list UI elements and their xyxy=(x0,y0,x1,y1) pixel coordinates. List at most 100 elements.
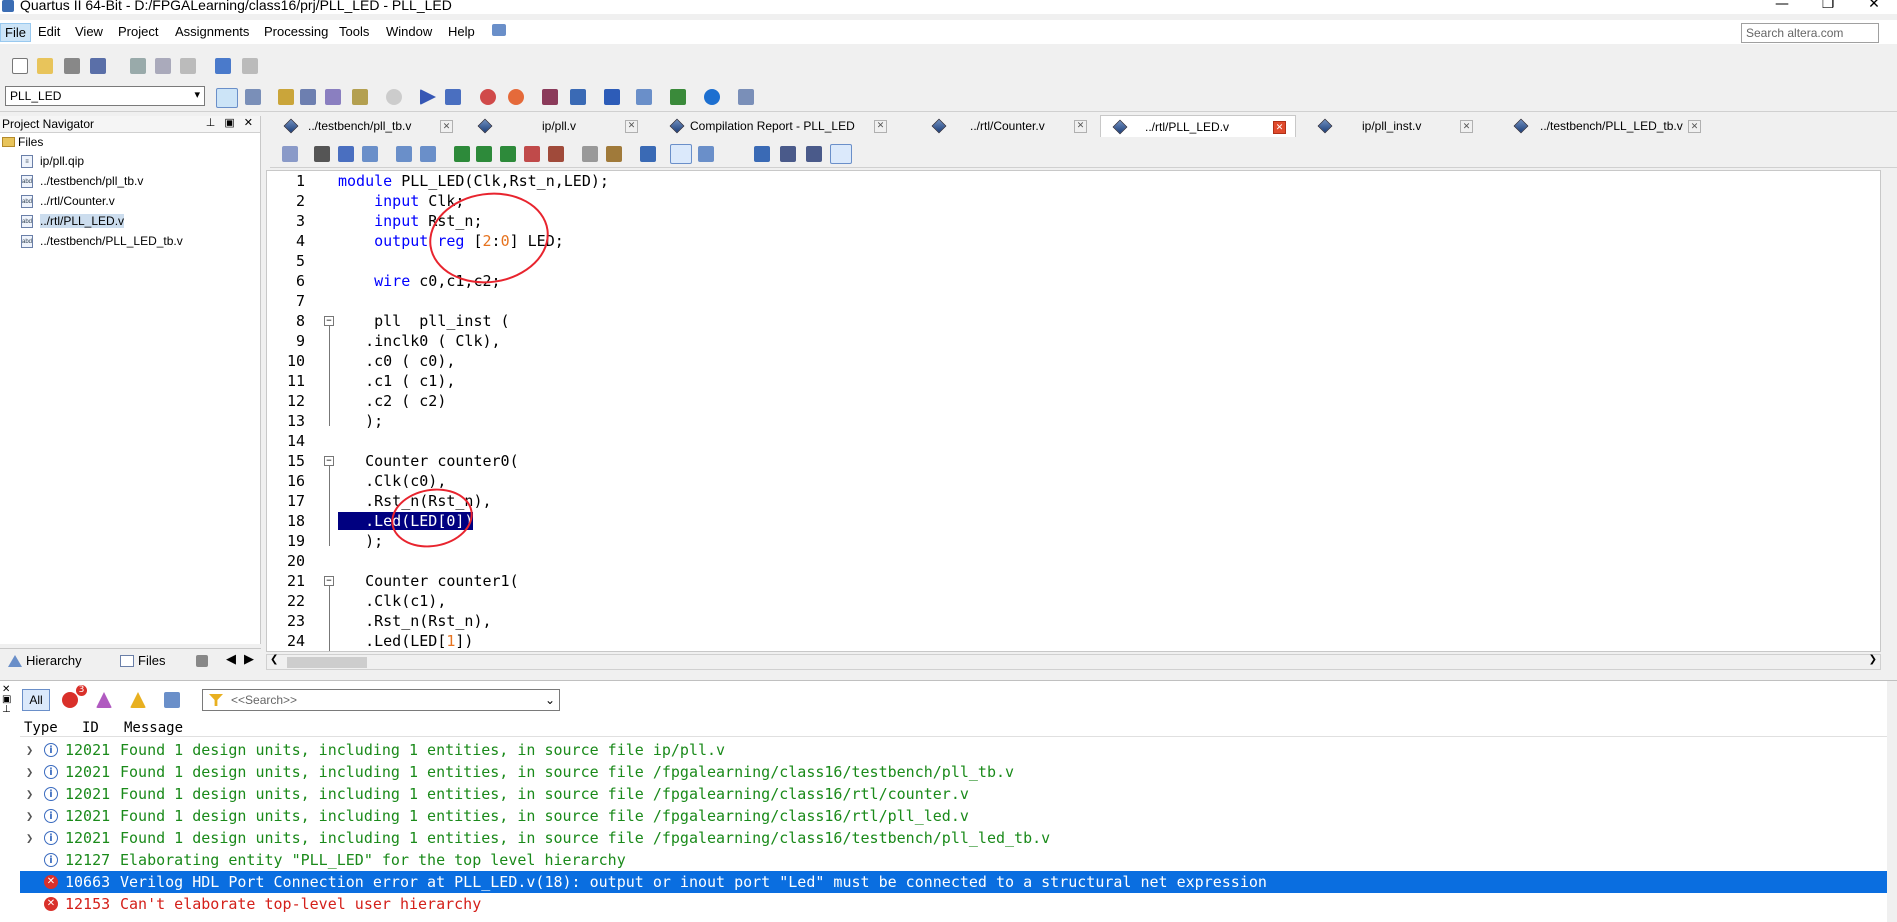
analysis-synthesis-icon[interactable] xyxy=(445,89,461,105)
timing-analyzer-icon[interactable] xyxy=(480,89,496,105)
file-item-counter[interactable]: abd ../rtl/Counter.v xyxy=(0,191,260,211)
close-tab-icon[interactable]: ✕ xyxy=(1688,120,1701,133)
tab-pll-inst[interactable]: ip/pll_inst.v ✕ xyxy=(1310,115,1500,137)
programmer-icon[interactable] xyxy=(670,89,686,105)
compilation-report-icon[interactable] xyxy=(604,89,620,105)
rtl-viewer-icon[interactable] xyxy=(542,89,558,105)
menu-processing[interactable]: Processing xyxy=(260,23,332,40)
menu-project[interactable]: Project xyxy=(114,23,162,40)
netlist-icon[interactable] xyxy=(570,89,586,105)
message-row[interactable]: ❯ i 12021 Found 1 design units, including 1… xyxy=(20,805,1890,827)
tab-hierarchy[interactable]: Hierarchy xyxy=(6,653,82,668)
menu-file[interactable]: File xyxy=(0,23,31,42)
assignment-editor-icon[interactable] xyxy=(300,89,316,105)
show-whitespace-icon[interactable] xyxy=(754,146,770,162)
tab-pll-led[interactable]: ../rtl/PLL_LED.v ✕ xyxy=(1100,115,1296,137)
fold-toggle-icon[interactable]: − xyxy=(324,316,334,326)
tab-scroll-right-icon[interactable]: ▶ xyxy=(244,652,254,667)
find-icon[interactable] xyxy=(314,146,330,162)
expand-chevron-icon[interactable]: ❯ xyxy=(26,805,33,827)
collapse-all-icon[interactable] xyxy=(780,146,796,162)
message-search-input[interactable]: <<Search>> ⌄ xyxy=(202,689,560,711)
expand-all-icon[interactable] xyxy=(806,146,822,162)
close-tab-counter-icon[interactable]: ✕ xyxy=(1074,120,1087,133)
prev-bookmark-icon[interactable] xyxy=(500,146,516,162)
insert-template-icon[interactable] xyxy=(606,146,622,162)
close-button[interactable]: ✕ xyxy=(1851,0,1897,12)
tab-scroll-left-icon[interactable]: ◀ xyxy=(226,652,236,667)
suppress-filter-icon[interactable] xyxy=(164,692,180,708)
message-row[interactable]: ❯ i 12021 Found 1 design units, including 1… xyxy=(20,827,1890,849)
col-message[interactable]: Message xyxy=(124,719,183,737)
save-icon[interactable] xyxy=(64,58,80,74)
col-id[interactable]: ID xyxy=(82,719,99,737)
navigator-window-buttons[interactable]: ⊥ ▣ ✕ xyxy=(206,116,256,129)
error-filter-icon[interactable] xyxy=(62,692,78,708)
new-file-icon[interactable] xyxy=(12,58,28,74)
maximize-button[interactable]: ❐ xyxy=(1805,0,1851,12)
file-item-pll-led[interactable]: abd ../rtl/PLL_LED.v xyxy=(0,211,260,231)
expand-chevron-icon[interactable]: ❯ xyxy=(26,761,33,783)
message-row-selected[interactable]: ✕ 10663 Verilog HDL Port Connection error … xyxy=(20,871,1890,893)
next-bookmark-icon[interactable] xyxy=(476,146,492,162)
messages-dock-buttons-icon[interactable]: ✕ ▣ ⊥ xyxy=(2,685,11,715)
expand-chevron-icon[interactable]: ❯ xyxy=(26,827,33,849)
find-replace-icon[interactable] xyxy=(338,146,354,162)
hierarchy-chip-icon[interactable] xyxy=(216,88,238,108)
paste-icon[interactable] xyxy=(180,58,196,74)
editor-horizontal-scrollbar[interactable]: ❮ ❯ xyxy=(266,654,1881,670)
unindent-icon[interactable] xyxy=(420,146,436,162)
clear-bookmarks-icon[interactable] xyxy=(524,146,540,162)
message-row[interactable]: ❯ i 12021 Found 1 design units, including 1… xyxy=(20,739,1890,761)
close-tab-report-icon[interactable]: ✕ xyxy=(874,120,887,133)
menu-edit[interactable]: Edit xyxy=(34,23,64,40)
file-item-pll-qip[interactable]: ≡ ip/pll.qip xyxy=(0,151,260,171)
help-chat-icon[interactable] xyxy=(492,24,506,36)
line-numbers-icon[interactable] xyxy=(670,144,692,164)
start-compilation-icon[interactable] xyxy=(420,89,436,105)
expand-chevron-icon[interactable]: ❯ xyxy=(26,739,33,761)
design-units-icon[interactable] xyxy=(196,655,208,667)
close-tab-icon[interactable]: ✕ xyxy=(440,120,453,133)
save-all-icon[interactable] xyxy=(90,58,106,74)
undo-icon[interactable] xyxy=(215,58,231,74)
file-item-pll-tb[interactable]: abd ../testbench/pll_tb.v xyxy=(0,171,260,191)
wand-icon[interactable] xyxy=(278,89,294,105)
bookmark-icon[interactable] xyxy=(454,146,470,162)
toggle-comment-icon[interactable] xyxy=(640,146,656,162)
code-editor[interactable]: 1 module PLL_LED(Clk,Rst_n,LED); 2 input … xyxy=(266,170,1881,652)
analysis-icon[interactable] xyxy=(352,89,368,105)
attach-icon[interactable] xyxy=(582,146,598,162)
files-folder[interactable]: Files xyxy=(0,133,260,151)
message-row[interactable]: ❯ i 12021 Found 1 design units, including 1… xyxy=(20,783,1890,805)
chip-planner-icon[interactable] xyxy=(636,89,652,105)
indent-icon[interactable] xyxy=(396,146,412,162)
open-folder-icon[interactable] xyxy=(37,58,53,74)
close-tab-icon[interactable]: ✕ xyxy=(1273,121,1286,134)
menu-assignments[interactable]: Assignments xyxy=(171,23,253,40)
search-input[interactable]: Search altera.com xyxy=(1741,23,1879,43)
col-type[interactable]: Type xyxy=(24,719,58,737)
timequest-icon[interactable] xyxy=(508,89,524,105)
menu-view[interactable]: View xyxy=(71,23,107,40)
chevron-down-icon[interactable]: ⌄ xyxy=(545,690,555,710)
message-row[interactable]: ❯ i 12021 Found 1 design units, including 1… xyxy=(20,761,1890,783)
redo-icon[interactable] xyxy=(242,58,258,74)
scroll-left-icon[interactable]: ❮ xyxy=(270,654,278,665)
warning-filter-icon[interactable] xyxy=(130,692,146,708)
remove-bookmark-icon[interactable] xyxy=(548,146,564,162)
tab-compilation-report[interactable]: Compilation Report - PLL_LED xyxy=(664,115,864,137)
tab-files[interactable]: Files xyxy=(118,653,165,668)
message-row[interactable]: i 12127 Elaborating entity "PLL_LED" for t… xyxy=(20,849,1890,871)
expand-chevron-icon[interactable]: ❯ xyxy=(26,783,33,805)
fold-toggle-icon[interactable]: − xyxy=(324,456,334,466)
cut-icon[interactable] xyxy=(130,58,146,74)
tab-counter[interactable]: ../rtl/Counter.v xyxy=(920,115,1070,137)
scroll-thumb[interactable] xyxy=(287,657,367,668)
word-wrap-icon[interactable] xyxy=(698,146,714,162)
help-icon[interactable] xyxy=(704,89,720,105)
doc-preview-icon[interactable] xyxy=(282,146,298,162)
copy-icon[interactable] xyxy=(155,58,171,74)
goto-line-icon[interactable] xyxy=(362,146,378,162)
block-edit-icon[interactable] xyxy=(830,144,852,164)
